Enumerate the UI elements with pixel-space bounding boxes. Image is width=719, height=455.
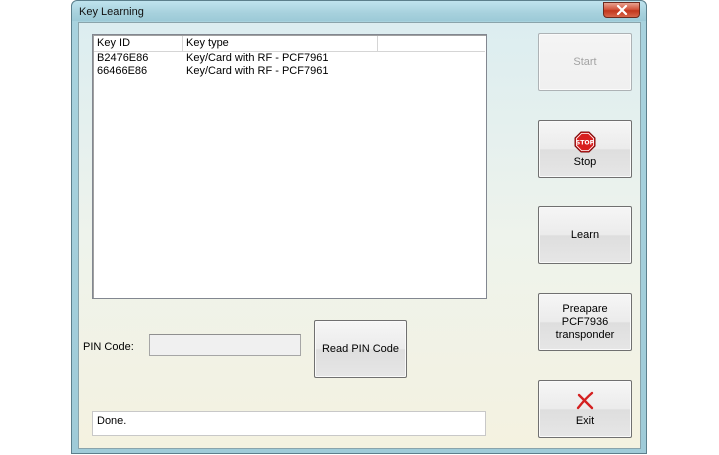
key-id-cell: B2476E86 — [97, 52, 149, 64]
learn-button-label: Learn — [570, 229, 600, 241]
key-type-cell: Key/Card with RF - PCF7961 — [186, 52, 329, 64]
column-header-empty[interactable] — [378, 36, 487, 51]
stop-button-label: Stop — [573, 155, 597, 168]
pin-code-label: PIN Code: — [83, 341, 134, 353]
stop-sign-icon: STOP — [574, 131, 596, 152]
window-title: Key Learning — [79, 6, 144, 18]
prepare-pcf7936-button[interactable]: Preapare PCF7936 transponder — [538, 293, 632, 351]
key-list-row[interactable]: B2476E86 Key/Card with RF - PCF7961 — [94, 52, 474, 65]
status-text: Done. — [97, 415, 127, 427]
title-bar[interactable]: Key Learning — [72, 1, 646, 21]
pin-code-field[interactable] — [149, 334, 301, 356]
status-box: Done. — [92, 411, 486, 436]
window-client-area: Key ID Key type B2476E86 Key/Card with R… — [78, 22, 641, 449]
prepare-pcf7936-label: Preapare PCF7936 transponder — [555, 302, 615, 341]
key-list-header: Key ID Key type — [94, 36, 485, 52]
close-icon — [616, 5, 627, 15]
start-button[interactable]: Start — [538, 33, 632, 91]
stop-sign-text: STOP — [576, 139, 595, 146]
red-x-icon — [576, 391, 594, 410]
column-header-key-id[interactable]: Key ID — [94, 36, 183, 51]
close-button[interactable] — [603, 2, 640, 18]
key-learning-window: Key Learning Key ID Key type B2476E86 Ke… — [71, 0, 647, 454]
exit-button-label: Exit — [575, 415, 595, 427]
read-pin-code-button[interactable]: Read PIN Code — [314, 320, 407, 378]
column-header-key-type[interactable]: Key type — [183, 36, 378, 51]
exit-button[interactable]: Exit — [538, 380, 632, 438]
key-type-cell: Key/Card with RF - PCF7961 — [186, 65, 329, 77]
learn-button[interactable]: Learn — [538, 206, 632, 264]
key-list-row[interactable]: 66466E86 Key/Card with RF - PCF7961 — [94, 65, 474, 78]
stop-button[interactable]: STOP Stop — [538, 120, 632, 178]
start-button-label: Start — [573, 56, 597, 68]
key-id-cell: 66466E86 — [97, 65, 148, 77]
read-pin-code-label: Read PIN Code — [321, 343, 400, 355]
key-list[interactable]: Key ID Key type B2476E86 Key/Card with R… — [92, 34, 487, 299]
